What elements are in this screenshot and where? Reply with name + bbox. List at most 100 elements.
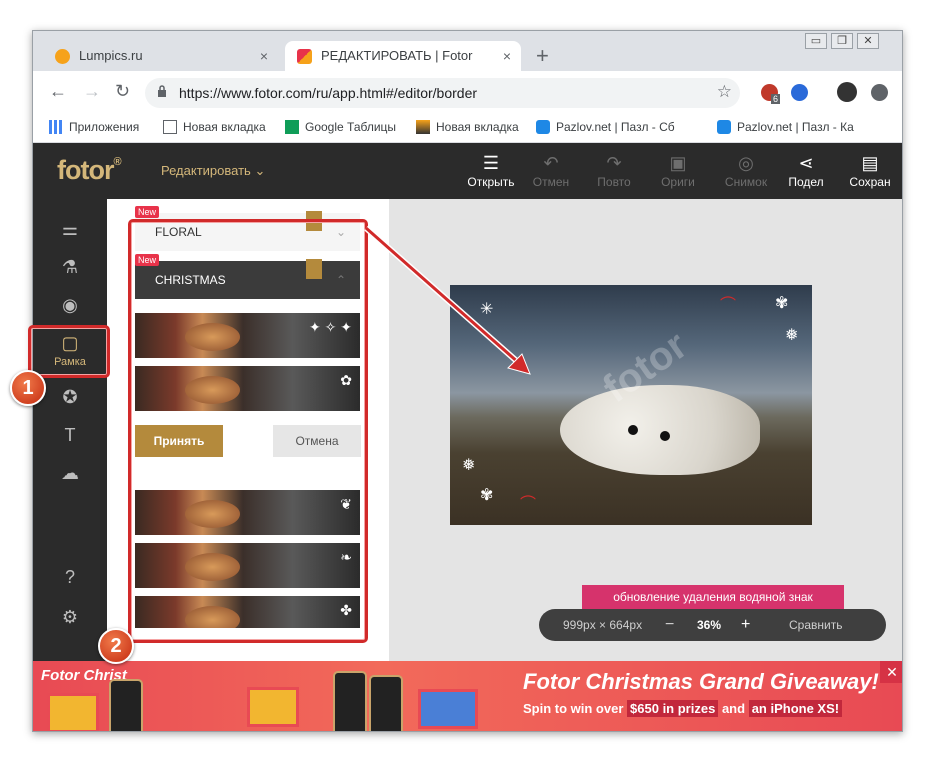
ad-close-button[interactable]: ✕ — [880, 661, 902, 683]
original-button[interactable]: ▣ Ориги — [650, 151, 706, 189]
ad-text: and — [721, 701, 746, 716]
new-badge: New — [135, 206, 160, 218]
close-tab-icon[interactable]: × — [503, 41, 511, 71]
open-button[interactable]: ☰ Открыть — [463, 151, 519, 189]
bookmark-pazlov-2[interactable]: Pazlov.net | Пазл - Ка — [717, 120, 867, 134]
zoom-out-button[interactable]: − — [665, 609, 674, 641]
tab-lumpics[interactable]: Lumpics.ru × — [43, 41, 278, 71]
gift-box-image — [47, 693, 99, 731]
ad-text: Spin to win over — [523, 701, 624, 716]
bookmark-new-tab-2[interactable]: Новая вкладка — [416, 120, 519, 134]
bookmark-label: Новая вкладка — [183, 120, 266, 134]
save-button[interactable]: ▤ Сохран — [842, 151, 898, 189]
bookmark-new-tab[interactable]: Новая вкладка — [163, 120, 266, 134]
fotor-favicon-icon — [297, 49, 312, 64]
original-icon: ▣ — [669, 153, 687, 173]
globe-extension-icon[interactable] — [791, 84, 808, 101]
restore-button[interactable]: ❐ — [831, 33, 853, 49]
edit-menu-dropdown[interactable]: Редактировать ⌄ — [161, 163, 265, 179]
settings-button[interactable]: ⚙ — [33, 607, 107, 628]
snapshot-icon: ◎ — [738, 153, 754, 173]
effects-tool[interactable]: ⚗ — [33, 257, 107, 278]
zoom-level: 36% — [697, 618, 722, 632]
logo-mark: ® — [113, 156, 121, 168]
candy-cane-icon: ⌒ — [720, 297, 737, 314]
text-tool[interactable]: T — [33, 425, 107, 446]
chevron-down-icon: ⌄ — [254, 163, 266, 178]
puzzle-icon — [717, 120, 731, 134]
save-icon: ▤ — [861, 153, 879, 173]
close-tab-icon[interactable]: × — [260, 41, 268, 71]
back-icon[interactable]: ← — [49, 81, 67, 102]
edit-menu-label: Редактировать — [161, 163, 251, 178]
page-icon — [163, 120, 177, 134]
url-text: https://www.fotor.com/ru/app.html#/edito… — [179, 85, 478, 101]
forward-icon[interactable]: → — [83, 81, 101, 102]
bookmarks-bar: Приложения Новая вкладка Google Таблицы … — [33, 113, 902, 143]
redo-button[interactable]: ↷ Повто — [586, 151, 642, 189]
share-icon: ⋖ — [798, 153, 814, 173]
flower-ornament-icon: ✾ — [775, 295, 789, 312]
reload-icon[interactable]: ↻ — [115, 81, 130, 102]
toolbar-label: Снимок — [724, 175, 768, 189]
flower-ornament-icon: ✾ — [480, 487, 494, 504]
sliders-icon: ⚌ — [61, 219, 79, 239]
seal-image — [560, 385, 760, 475]
adjust-tool[interactable]: ⚌ — [33, 219, 107, 240]
tools-sidebar: ⚌ ⚗ ◉ ▢ Рамка ✪ T ☁ ? ⚙ — [33, 199, 107, 661]
snapshot-button[interactable]: ◎ Снимок — [718, 151, 774, 189]
zoom-in-button[interactable]: + — [741, 609, 750, 641]
branch-ornament-icon: ❅ — [462, 457, 476, 474]
step-badge-1: 1 — [10, 370, 46, 406]
bookmark-pazlov-1[interactable]: Pazlov.net | Пазл - Сб — [536, 120, 686, 134]
phone-image — [333, 671, 367, 731]
eye-icon: ◉ — [62, 295, 78, 315]
undo-icon: ↶ — [543, 153, 559, 173]
ad-banner[interactable]: Fotor Christ Fotor Christmas Grand Givea… — [33, 661, 902, 731]
beauty-tool[interactable]: ◉ — [33, 295, 107, 316]
upload-tool[interactable]: ☁ — [33, 463, 107, 484]
text-icon: T — [64, 425, 76, 445]
redo-icon: ↷ — [606, 153, 622, 173]
fotor-logo[interactable]: fotor® — [57, 155, 122, 186]
help-button[interactable]: ? — [33, 567, 107, 588]
menu-icon: ☰ — [482, 153, 500, 173]
close-window-button[interactable]: ✕ — [857, 33, 879, 49]
candy-cane-icon: ⌒ — [520, 496, 537, 513]
ad-subtitle: Spin to win over $650 in prizes and an i… — [523, 700, 843, 717]
toolbar-label: Открыть — [467, 175, 515, 189]
bookmark-sheets[interactable]: Google Таблицы — [285, 120, 396, 134]
tab-title: Lumpics.ru — [79, 48, 143, 63]
annotation-arrow — [364, 225, 531, 375]
seal-eye — [628, 425, 638, 435]
toolbar-label: Сохран — [849, 175, 891, 189]
address-bar[interactable]: https://www.fotor.com/ru/app.html#/edito… — [145, 78, 740, 108]
new-tab-button[interactable]: + — [536, 43, 549, 69]
lumpics-favicon-icon — [55, 49, 70, 64]
apps-grid-icon — [49, 120, 63, 134]
cloud-upload-icon: ☁ — [61, 463, 79, 483]
ad-highlight: $650 in prizes — [627, 700, 719, 717]
phone-image — [109, 679, 143, 731]
profile-avatar[interactable] — [837, 82, 857, 102]
gear-icon: ⚙ — [61, 607, 79, 627]
toolbar-label: Повто — [597, 175, 631, 189]
compare-button[interactable]: Сравнить — [789, 609, 842, 641]
remove-watermark-banner[interactable]: обновление удаления водяной знак — [582, 585, 844, 609]
minimize-button[interactable]: ▭ — [805, 33, 827, 49]
share-button[interactable]: ⋖ Подел — [778, 151, 834, 189]
undo-button[interactable]: ↶ Отмен — [523, 151, 579, 189]
toolbar-label: Отмен — [532, 175, 570, 189]
fotor-topbar: fotor® Редактировать ⌄ ☰ Открыть ↶ Отмен ↷… — [33, 143, 902, 199]
annotation-highlight-frame — [28, 325, 110, 378]
bookmark-apps[interactable]: Приложения — [49, 120, 139, 134]
bookmark-star-icon[interactable]: ☆ — [717, 82, 732, 102]
toolbar-label: Подел — [788, 175, 824, 189]
tab-fotor[interactable]: РЕДАКТИРОВАТЬ | Fotor × — [285, 41, 521, 71]
update-icon[interactable] — [871, 84, 888, 101]
branch-ornament-icon: ❅ — [785, 327, 799, 344]
annotation-highlight-panel — [128, 219, 368, 643]
tab-title: РЕДАКТИРОВАТЬ | Fotor — [321, 48, 473, 63]
software-box-image — [418, 689, 478, 729]
sheets-icon — [285, 120, 299, 134]
